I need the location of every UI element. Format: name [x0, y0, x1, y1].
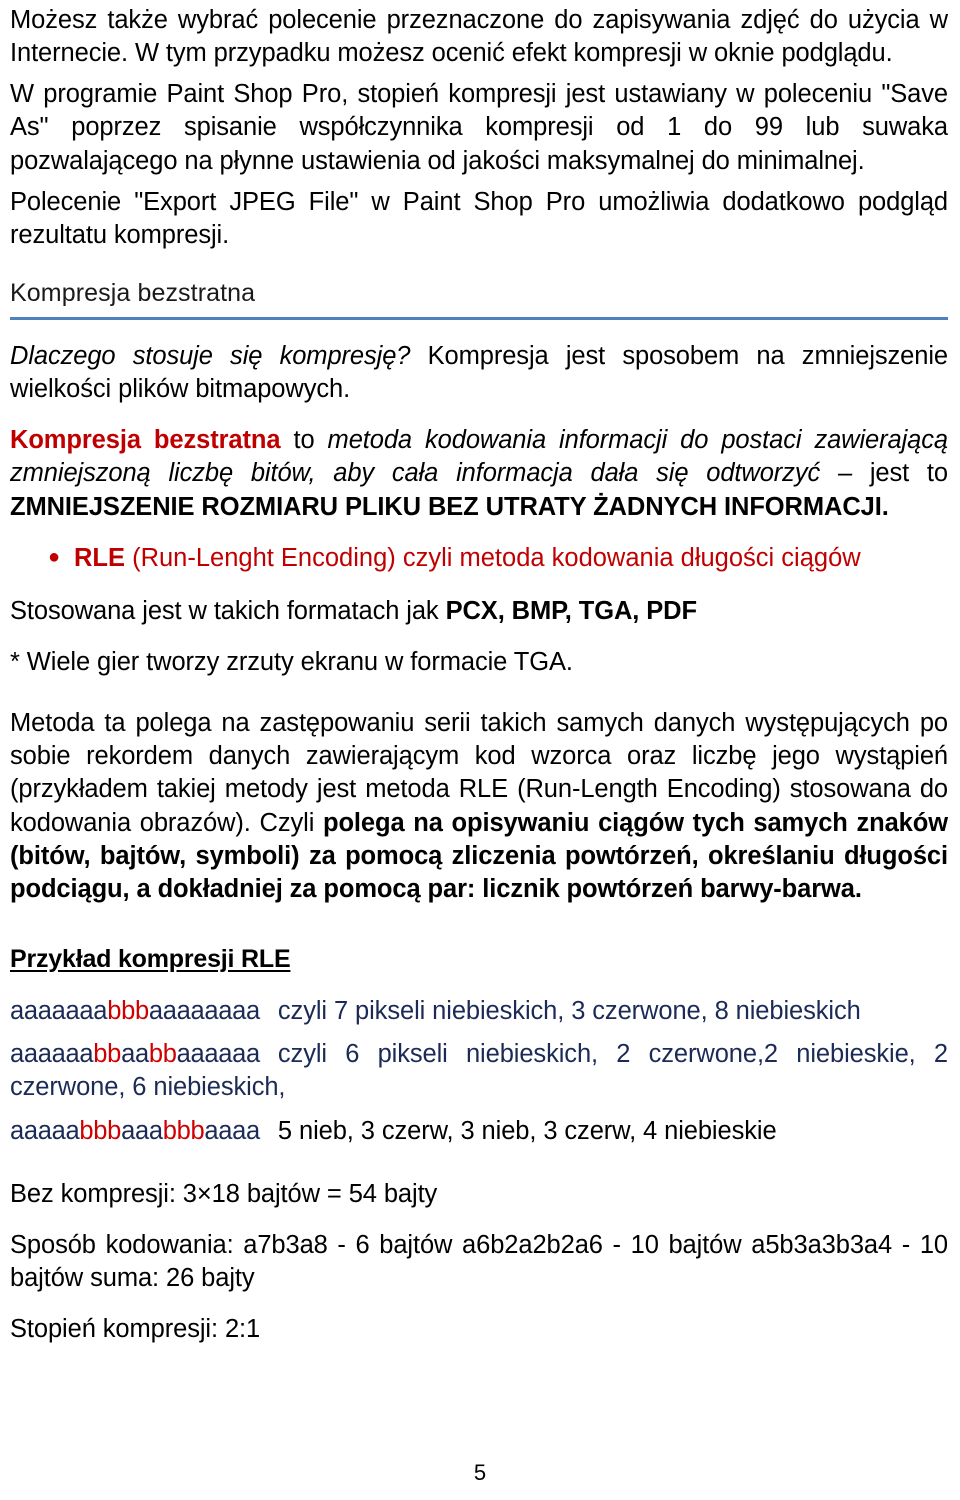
uncompressed-size-line: Bez kompresji: 3×18 bajtów = 54 bajty	[10, 1179, 438, 1208]
example-rows-container: aaaaaaabbbaaaaaaaa czyli 7 pikseli niebie…	[10, 995, 948, 1158]
why-question: Dlaczego stosuje się kompresję?	[10, 341, 411, 370]
example-description: 5 nieb, 3 czerw, 3 nieb, 3 czerw, 4 nieb…	[277, 1116, 777, 1145]
bullet-dot-icon: ●	[48, 545, 61, 568]
example-row: aaaaaaabbbaaaaaaaa czyli 7 pikseli niebie…	[10, 995, 948, 1028]
definition-term: Kompresja bezstratna	[10, 426, 281, 455]
example-run-navy: aaaaaaaa	[148, 997, 260, 1026]
document-page: Możesz także wybrać polecenie przeznaczo…	[0, 0, 960, 1500]
definition-connector: to	[280, 426, 328, 455]
example-run-red: bbb	[79, 1116, 122, 1145]
definition-paragraph: Kompresja bezstratna to metoda kodowania…	[10, 424, 948, 523]
intro-paragraph-3: Polecenie "Export JPEG File" w Paint Sho…	[10, 187, 948, 249]
example-heading: Przykład kompresji RLE	[10, 944, 291, 973]
tga-note: * Wiele gier tworzy zrzuty ekranu w form…	[10, 647, 573, 676]
rle-term: RLE	[74, 543, 125, 572]
example-run-navy: aaaaaa	[10, 1040, 94, 1069]
example-run-navy: aa	[121, 1040, 149, 1069]
example-row: aaaaabbbaaabbbaaaa 5 nieb, 3 czerw, 3 nie…	[10, 1115, 948, 1148]
example-sequence: aaaaaabbaabbaaaaaa	[10, 1040, 260, 1068]
formats-list: PCX, BMP, TGA, PDF	[445, 596, 697, 625]
example-run-navy: aaa	[121, 1116, 163, 1145]
encoding-line: Sposób kodowania: a7b3a8 - 6 bajtów a6b2…	[10, 1230, 948, 1293]
example-run-red: bbb	[162, 1116, 205, 1145]
rle-bullet-text: RLE (Run-Lenght Encoding) czyli metoda k…	[74, 542, 861, 575]
formats-lead: Stosowana jest w takich formatach jak	[10, 596, 446, 625]
example-sequence: aaaaabbbaaabbbaaaa	[10, 1117, 260, 1145]
section-heading: Kompresja bezstratna	[10, 278, 256, 307]
definition-tail: jest to	[869, 459, 949, 488]
example-row: aaaaaabbaabbaaaaaa czyli 6 pikseli niebie…	[10, 1038, 948, 1104]
example-run-red: bbb	[107, 997, 149, 1026]
rle-description: (Run-Lenght Encoding) czyli metoda kodow…	[125, 543, 861, 572]
example-run-navy: aaaaaaa	[10, 997, 108, 1026]
example-run-navy: aaaa	[204, 1116, 260, 1145]
intro-paragraph-1: Możesz także wybrać polecenie przeznaczo…	[10, 6, 948, 68]
formats-paragraph: Stosowana jest w takich formatach jak PC…	[10, 595, 948, 628]
example-run-red: bb	[93, 1040, 122, 1069]
why-compression-paragraph: Dlaczego stosuje się kompresję? Kompresj…	[10, 340, 948, 406]
compression-ratio-line: Stopień kompresji: 2:1	[10, 1315, 261, 1344]
rle-bullet-item: ● RLE (Run-Lenght Encoding) czyli metoda…	[10, 542, 948, 575]
definition-bold-caps: ZMNIEJSZENIE ROZMIARU PLIKU BEZ UTRATY Ż…	[10, 492, 889, 521]
example-run-navy: aaaaa	[10, 1116, 80, 1145]
example-run-red: bb	[148, 1040, 177, 1069]
example-run-navy: aaaaaa	[176, 1040, 261, 1069]
example-description: czyli 7 pikseli niebieskich, 3 czerwone,…	[277, 997, 861, 1026]
page-number-footer: 5	[473, 1460, 487, 1485]
example-sequence: aaaaaaabbbaaaaaaaa	[10, 997, 260, 1025]
method-paragraph: Metoda ta polega na zastępowaniu serii t…	[10, 707, 948, 906]
intro-paragraph-2: W programie Paint Shop Pro, stopień komp…	[10, 80, 948, 175]
